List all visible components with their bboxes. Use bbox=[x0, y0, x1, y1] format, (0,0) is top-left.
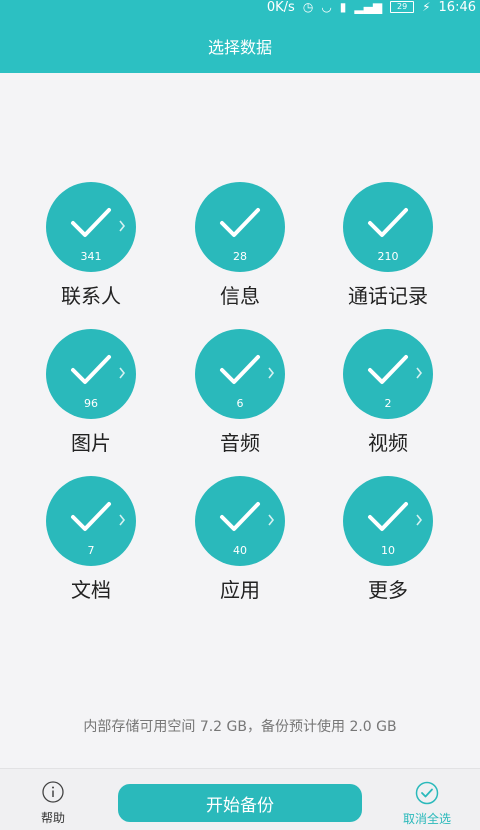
signal-icon: ▮ bbox=[339, 0, 347, 14]
check-icon bbox=[368, 355, 408, 384]
deselect-all-label: 取消全选 bbox=[402, 812, 451, 826]
chevron-right-icon bbox=[119, 514, 126, 526]
data-item-more[interactable]: 10 更多 bbox=[314, 476, 462, 616]
storage-info: 内部存储可用空间 7.2 GB，备份预计使用 2.0 GB bbox=[83, 719, 397, 735]
item-label: 通话记录 bbox=[348, 284, 428, 308]
item-count: 2 bbox=[384, 397, 392, 410]
item-count: 10 bbox=[381, 544, 395, 557]
status-bar: 0K/s ◷ ◡ ▮ ▂▄▆ 29 ⚡ 16:46 bbox=[266, 0, 480, 15]
data-item-messages[interactable]: 28 信息 bbox=[166, 182, 314, 322]
item-count: 341 bbox=[80, 250, 102, 263]
clock: 16:46 bbox=[438, 0, 476, 15]
app-header: 0K/s ◷ ◡ ▮ ▂▄▆ 29 ⚡ 16:46 选择数据 bbox=[0, 0, 480, 73]
chevron-right-icon bbox=[416, 367, 423, 379]
item-label: 图片 bbox=[71, 431, 111, 455]
battery-level: 29 bbox=[397, 2, 408, 11]
item-label: 联系人 bbox=[61, 284, 121, 308]
item-count: 28 bbox=[233, 250, 247, 263]
info-circle-icon bbox=[42, 781, 64, 803]
network-speed: 0K/s bbox=[266, 0, 295, 15]
battery-icon: 29 bbox=[390, 1, 415, 13]
alarm-icon: ◷ bbox=[302, 0, 314, 14]
check-icon bbox=[71, 355, 111, 384]
chevron-right-icon bbox=[119, 367, 126, 379]
selected-circle[interactable]: 28 bbox=[195, 182, 285, 272]
selected-circle[interactable]: 40 bbox=[195, 476, 285, 566]
item-count: 7 bbox=[87, 544, 95, 557]
item-label: 应用 bbox=[220, 578, 260, 602]
check-circle-icon bbox=[415, 781, 439, 805]
item-label: 文档 bbox=[71, 578, 111, 602]
data-item-apps[interactable]: 40 应用 bbox=[166, 476, 314, 616]
bottom-toolbar: 帮助 开始备份 取消全选 bbox=[0, 768, 480, 830]
selected-circle[interactable]: 210 bbox=[343, 182, 433, 272]
chevron-right-icon bbox=[416, 514, 423, 526]
item-label: 更多 bbox=[368, 578, 408, 602]
item-count: 210 bbox=[377, 250, 399, 263]
page-title: 选择数据 bbox=[207, 38, 272, 57]
help-button[interactable]: 帮助 bbox=[30, 781, 76, 826]
chevron-right-icon bbox=[268, 367, 275, 379]
selected-circle[interactable]: 2 bbox=[343, 329, 433, 419]
check-icon bbox=[368, 502, 408, 531]
item-count: 6 bbox=[236, 397, 244, 410]
check-icon bbox=[368, 208, 408, 237]
selected-circle[interactable]: 6 bbox=[195, 329, 285, 419]
chevron-right-icon bbox=[268, 514, 275, 526]
data-item-pictures[interactable]: 96 图片 bbox=[17, 329, 165, 469]
check-icon bbox=[220, 502, 260, 531]
item-label: 音频 bbox=[220, 431, 260, 455]
charging-icon: ⚡ bbox=[422, 0, 431, 14]
data-item-call-log[interactable]: 210 通话记录 bbox=[314, 182, 462, 322]
wifi-icon: ◡ bbox=[321, 0, 332, 14]
signal-bars-icon: ▂▄▆ bbox=[354, 0, 383, 14]
selected-circle[interactable]: 10 bbox=[343, 476, 433, 566]
item-label: 信息 bbox=[220, 284, 260, 308]
help-label: 帮助 bbox=[40, 811, 65, 825]
item-count: 40 bbox=[233, 544, 247, 557]
data-item-documents[interactable]: 7 文档 bbox=[17, 476, 165, 616]
selected-circle[interactable]: 7 bbox=[46, 476, 136, 566]
selected-circle[interactable]: 96 bbox=[46, 329, 136, 419]
item-count: 96 bbox=[84, 397, 98, 410]
check-icon bbox=[220, 208, 260, 237]
check-icon bbox=[71, 502, 111, 531]
selected-circle[interactable]: 341 bbox=[46, 182, 136, 272]
data-item-video[interactable]: 2 视频 bbox=[314, 329, 462, 469]
check-icon bbox=[71, 208, 111, 237]
chevron-right-icon bbox=[119, 220, 126, 232]
data-item-contacts[interactable]: 341 联系人 bbox=[17, 182, 165, 322]
data-item-audio[interactable]: 6 音频 bbox=[166, 329, 314, 469]
deselect-all-button[interactable]: 取消全选 bbox=[396, 781, 458, 827]
check-icon bbox=[220, 355, 260, 384]
start-backup-button[interactable]: 开始备份 bbox=[118, 784, 362, 822]
item-label: 视频 bbox=[368, 431, 408, 455]
